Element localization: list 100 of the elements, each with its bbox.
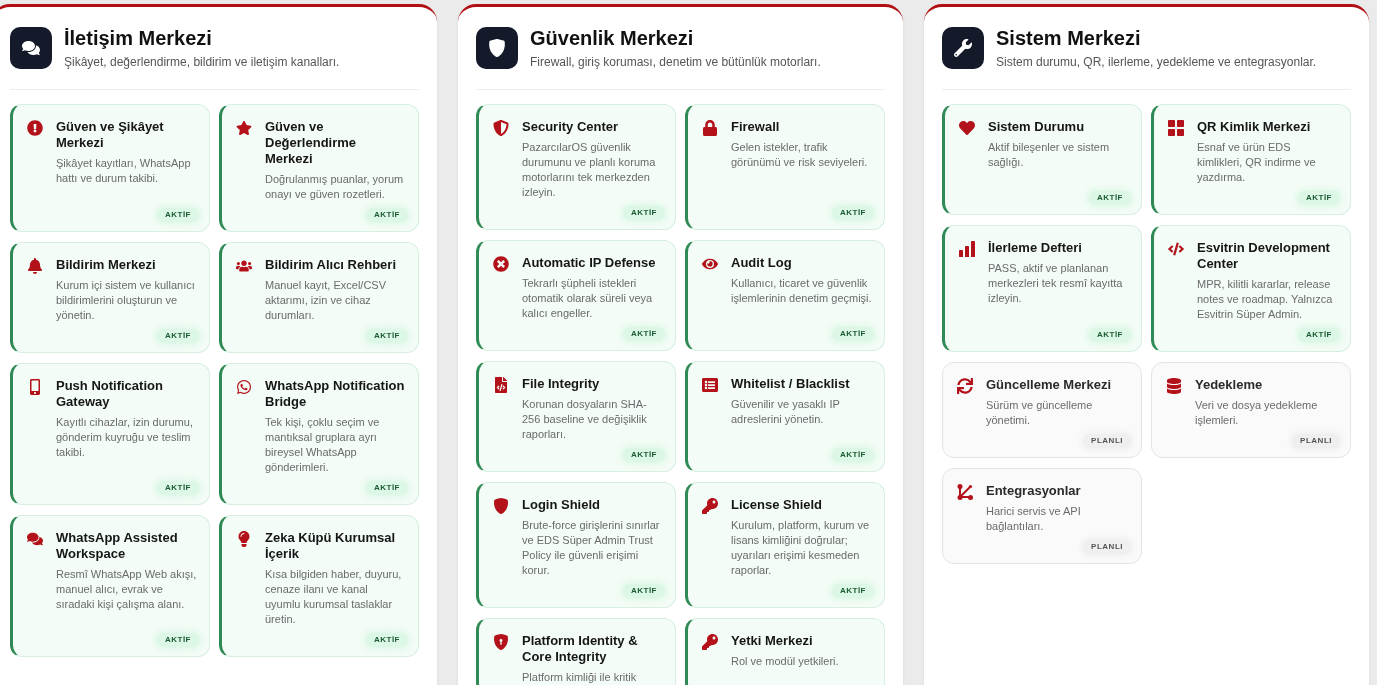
status-badge: AKTİF <box>831 206 874 220</box>
module-card[interactable]: Sistem Durumu Aktif bileşenler ve sistem sağlığı. AKTİF <box>942 104 1142 215</box>
module-card[interactable]: Push Notification Gateway Kayıtlı cihazlar, izin durumu, gönderim kuyruğu ve teslim takibi. AKTİF <box>10 363 210 505</box>
card-title: WhatsApp Assisted Workspace <box>56 530 179 562</box>
shield-icon <box>476 27 518 69</box>
bell-icon <box>27 258 43 274</box>
card-description: Kayıtlı cihazlar, izin durumu, gönderim kuyruğu ve teslim takibi. <box>56 415 194 460</box>
card-title: Platform Identity & Core Integrity <box>522 633 639 665</box>
card-description: Kısa bilgiden haber, duyuru, cenaze ilanı ve kanal uyumlu kurumsal taslaklar üretin. <box>265 567 403 627</box>
grid-icon <box>1168 120 1184 136</box>
status-badge: PLANLI <box>1083 540 1131 554</box>
status-badge: AKTİF <box>622 206 665 220</box>
card-title: Bildirim Alıcı Rehberi <box>265 257 397 273</box>
module-card[interactable]: Firewall Gelen istekler, trafik görünümü ve risk seviyeleri. AKTİF <box>685 104 885 230</box>
shield-icon <box>493 498 509 514</box>
card-title: File Integrity <box>522 376 601 392</box>
panel-subtitle: Sistem durumu, QR, ilerleme, yedekleme ve entegrasyonlar. <box>996 54 1317 70</box>
status-badge: AKTİF <box>831 448 874 462</box>
panel-title: Sistem Merkezi <box>996 26 1142 50</box>
card-description: Resmî WhatsApp Web akışı, manuel alıcı, evrak ve sıradaki kişi çalışma alanı. <box>56 567 197 612</box>
database-icon <box>1166 378 1182 394</box>
shield-icon <box>493 120 509 136</box>
status-badge: AKTİF <box>1297 191 1340 205</box>
status-badge: AKTİF <box>365 208 408 222</box>
module-card[interactable]: Güven ve Değerlendirme Merkezi Doğrulanmış puanlar, yorum onayı ve güven rozetleri. AKTİF <box>219 104 419 232</box>
lock-icon <box>702 120 718 136</box>
module-card[interactable]: İlerleme Defteri PASS, aktif ve planlanan merkezleri tek resmî kayıtta izleyin. AKTİF <box>942 225 1142 352</box>
status-badge: AKTİF <box>365 329 408 343</box>
panel-subtitle: Firewall, giriş koruması, denetim ve bütünlük motorları. <box>530 54 821 70</box>
card-title: Audit Log <box>731 255 793 271</box>
card-title: Security Center <box>522 119 620 135</box>
card-description: Kurulum, platform, kurum ve lisans kimliğini doğrular; uyarıları erişimi kesmeden raporlar. <box>731 518 871 578</box>
module-card[interactable]: Güncelleme Merkezi Sürüm ve güncelleme yönetimi. PLANLI <box>942 362 1142 458</box>
card-description: Veri ve dosya yedekleme işlemleri. <box>1195 398 1319 428</box>
module-card[interactable]: Whitelist / Blacklist Güvenilir ve yasaklı IP adreslerini yönetin. AKTİF <box>685 361 885 472</box>
card-title: Entegrasyonlar <box>986 483 1082 499</box>
card-description: Brute-force girişlerini sınırlar ve EDS Süper Admin Trust Policy ile güvenli erişimi korur. <box>522 518 661 578</box>
module-card[interactable]: File Integrity Korunan dosyaların SHA-256 baseline ve değişiklik raporları. AKTİF <box>476 361 676 472</box>
card-title: Zeka Küpü Kurumsal İçerik <box>265 530 397 562</box>
card-description: Sürüm ve güncelleme yönetimi. <box>986 398 1094 428</box>
card-description: Şikâyet kayıtları, WhatsApp hattı ve durum takibi. <box>56 156 192 186</box>
shield-lock-icon <box>493 634 509 650</box>
module-card[interactable]: Platform Identity & Core Integrity Platform kimliği ile kritik <box>476 618 676 685</box>
card-title: Push Notification Gateway <box>56 378 164 410</box>
card-title: İlerleme Defteri <box>988 240 1083 256</box>
chat-bubbles-icon <box>10 27 52 69</box>
module-card[interactable]: Audit Log Kullanıcı, ticaret ve güvenlik işlemlerinin denetim geçmişi. AKTİF <box>685 240 885 351</box>
module-card[interactable]: Security Center PazarcılarOS güvenlik durumunu ve planlı koruma motorlarını tek merkezden izleyin. AKTİF <box>476 104 676 230</box>
module-card[interactable]: Bildirim Alıcı Rehberi Manuel kayıt, Excel/CSV aktarımı, izin ve cihaz durumları. AKTİF <box>219 242 419 353</box>
card-description: Harici servis ve API bağlantıları. <box>986 504 1082 534</box>
card-title: Yedekleme <box>1195 377 1264 393</box>
module-card[interactable]: Login Shield Brute-force girişlerini sınırlar ve EDS Süper Admin Trust Policy ile güvenli erişimi korur. AKTİF <box>476 482 676 608</box>
module-card[interactable]: WhatsApp Notification Bridge Tek kişi, çoklu seçim ve mantıksal gruplara ayrı bireysel WhatsApp gönderimleri. AKTİF <box>219 363 419 505</box>
card-description: Rol ve modül yetkileri. <box>731 654 839 669</box>
module-card[interactable]: QR Kimlik Merkezi Esnaf ve ürün EDS kimlikleri, QR indirme ve yazdırma. AKTİF <box>1151 104 1351 215</box>
card-title: QR Kimlik Merkezi <box>1197 119 1312 135</box>
status-badge: AKTİF <box>365 481 408 495</box>
status-badge: AKTİF <box>365 633 408 647</box>
card-title: Yetki Merkezi <box>731 633 814 649</box>
module-card[interactable]: WhatsApp Assisted Workspace Resmî WhatsApp Web akışı, manuel alıcı, evrak ve sıradaki kişi çalışma alanı. AKTİF <box>10 515 210 657</box>
module-card[interactable]: Entegrasyonlar Harici servis ve API bağlantıları. PLANLI <box>942 468 1142 564</box>
status-badge: AKTİF <box>156 329 199 343</box>
bar-chart-icon <box>959 241 975 257</box>
chat-bubbles-icon <box>27 531 43 547</box>
card-title: Esvitrin Development Center <box>1197 240 1331 272</box>
status-badge: AKTİF <box>156 481 199 495</box>
panel-title: İletişim Merkezi <box>64 26 213 50</box>
module-card[interactable]: License Shield Kurulum, platform, kurum ve lisans kimliğini doğrular; uyarıları erişimi kesmeden raporlar. AKTİF <box>685 482 885 608</box>
status-badge: AKTİF <box>831 584 874 598</box>
key-icon <box>702 634 718 650</box>
module-card[interactable]: Yetki Merkezi Rol ve modül yetkileri. <box>685 618 885 685</box>
star-icon <box>236 120 252 136</box>
people-icon <box>236 258 252 274</box>
eye-icon <box>702 256 718 272</box>
card-description: Esnaf ve ürün EDS kimlikleri, QR indirme ve yazdırma. <box>1197 140 1317 185</box>
card-title: Bildirim Merkezi <box>56 257 157 273</box>
card-description: Güvenilir ve yasaklı IP adreslerini yönetin. <box>731 397 841 427</box>
card-description: Manuel kayıt, Excel/CSV aktarımı, izin ve cihaz durumları. <box>265 278 388 323</box>
module-card[interactable]: Bildirim Merkezi Kurum içi sistem ve kullanıcı bildirimlerini oluşturun ve yönetin. AKTİF <box>10 242 210 353</box>
card-title: Whitelist / Blacklist <box>731 376 851 392</box>
card-title: Güncelleme Merkezi <box>986 377 1112 393</box>
card-description: Gelen istekler, trafik görünümü ve risk seviyeleri. <box>731 140 869 170</box>
status-badge: AKTİF <box>1088 328 1131 342</box>
card-description: Korunan dosyaların SHA-256 baseline ve değişiklik raporları. <box>522 397 648 442</box>
card-title: Automatic IP Defense <box>522 255 657 271</box>
module-card[interactable]: Güven ve Şikâyet Merkezi Şikâyet kayıtları, WhatsApp hattı ve durum takibi. AKTİF <box>10 104 210 232</box>
nodes-icon <box>957 484 973 500</box>
card-description: PazarcılarOS güvenlik durumunu ve planlı koruma motorlarını tek merkezden izleyin. <box>522 140 657 200</box>
module-card[interactable]: Yedekleme Veri ve dosya yedekleme işlemleri. PLANLI <box>1151 362 1351 458</box>
module-card[interactable]: Automatic IP Defense Tekrarlı şüpheli istekleri otomatik olarak süreli veya kalıcı engeller. AKTİF <box>476 240 676 351</box>
status-badge: PLANLI <box>1292 434 1340 448</box>
card-title: Güven ve Değerlendirme Merkezi <box>265 119 358 167</box>
status-badge: AKTİF <box>622 584 665 598</box>
module-card[interactable]: Esvitrin Development Center MPR, kilitli kararlar, release notes ve roadmap. Yalnızca Esvitrin Süper Admin. AKTİF <box>1151 225 1351 352</box>
wrench-icon <box>942 27 984 69</box>
card-description: Aktif bileşenler ve sistem sağlığı. <box>988 140 1111 170</box>
card-description: Doğrulanmış puanlar, yorum onayı ve güven rozetleri. <box>265 172 405 202</box>
status-badge: AKTİF <box>831 327 874 341</box>
refresh-icon <box>957 378 973 394</box>
module-card[interactable]: Zeka Küpü Kurumsal İçerik Kısa bilgiden haber, duyuru, cenaze ilanı ve kanal uyumlu kurumsal taslaklar üretin. AKTİF <box>219 515 419 657</box>
